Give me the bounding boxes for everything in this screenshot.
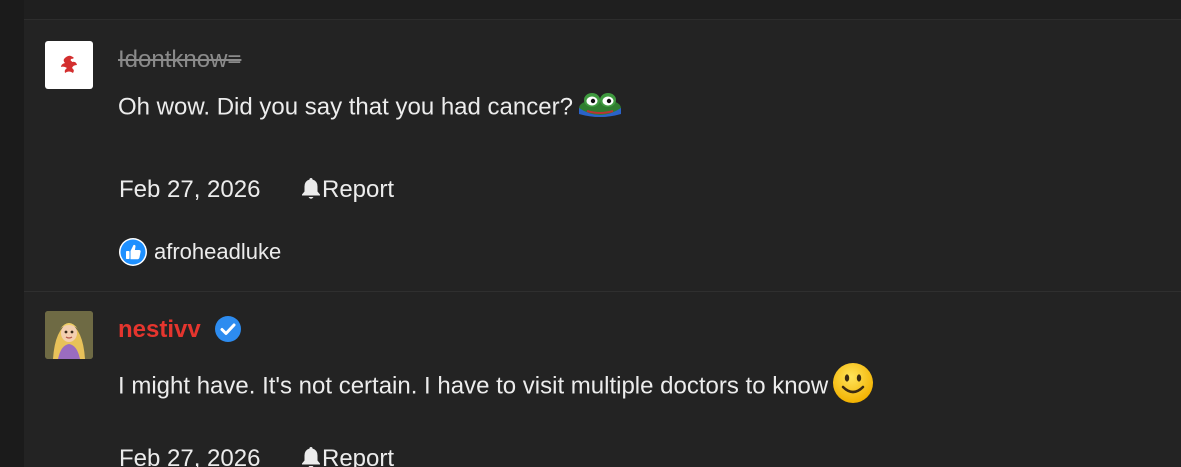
report-label: Report: [322, 176, 395, 203]
report-label: Report: [322, 445, 395, 467]
comment-text: I might have. It's not certain. I have t…: [118, 362, 874, 412]
report-button[interactable]: Report: [300, 175, 394, 205]
comment: nestivv I might have. It's not certain. …: [24, 291, 1181, 467]
comment-list: Idontknow= Oh wow. Did you say that you …: [24, 0, 1181, 467]
comment-feed-page: Idontknow= Oh wow. Did you say that you …: [0, 0, 1181, 467]
username[interactable]: nestivv: [118, 316, 201, 344]
comment-date[interactable]: Feb 27, 2026: [119, 444, 260, 467]
username[interactable]: Idontknow=: [118, 46, 241, 74]
avatar[interactable]: [45, 41, 93, 89]
reaction-summary[interactable]: afroheadluke: [118, 235, 281, 267]
comment: Idontknow= Oh wow. Did you say that you …: [24, 20, 1181, 290]
verified-badge-icon: [215, 316, 241, 342]
left-gutter: [0, 0, 24, 467]
comment-body: I might have. It's not certain. I have t…: [118, 372, 829, 400]
report-button[interactable]: Report: [300, 444, 394, 467]
bell-icon: [300, 176, 322, 200]
bell-icon: [300, 445, 322, 467]
reactor-username[interactable]: afroheadluke: [154, 239, 281, 264]
smiley-face-icon: [832, 362, 874, 412]
thumbs-up-icon: [118, 237, 148, 267]
avatar[interactable]: [45, 311, 93, 359]
previous-comment-edge: [24, 0, 1181, 20]
comment-text: Oh wow. Did you say that you had cancer?: [118, 90, 623, 126]
comment-date[interactable]: Feb 27, 2026: [119, 175, 260, 205]
peepo-frog-icon: [577, 90, 623, 126]
comment-body: Oh wow. Did you say that you had cancer?: [118, 93, 573, 121]
